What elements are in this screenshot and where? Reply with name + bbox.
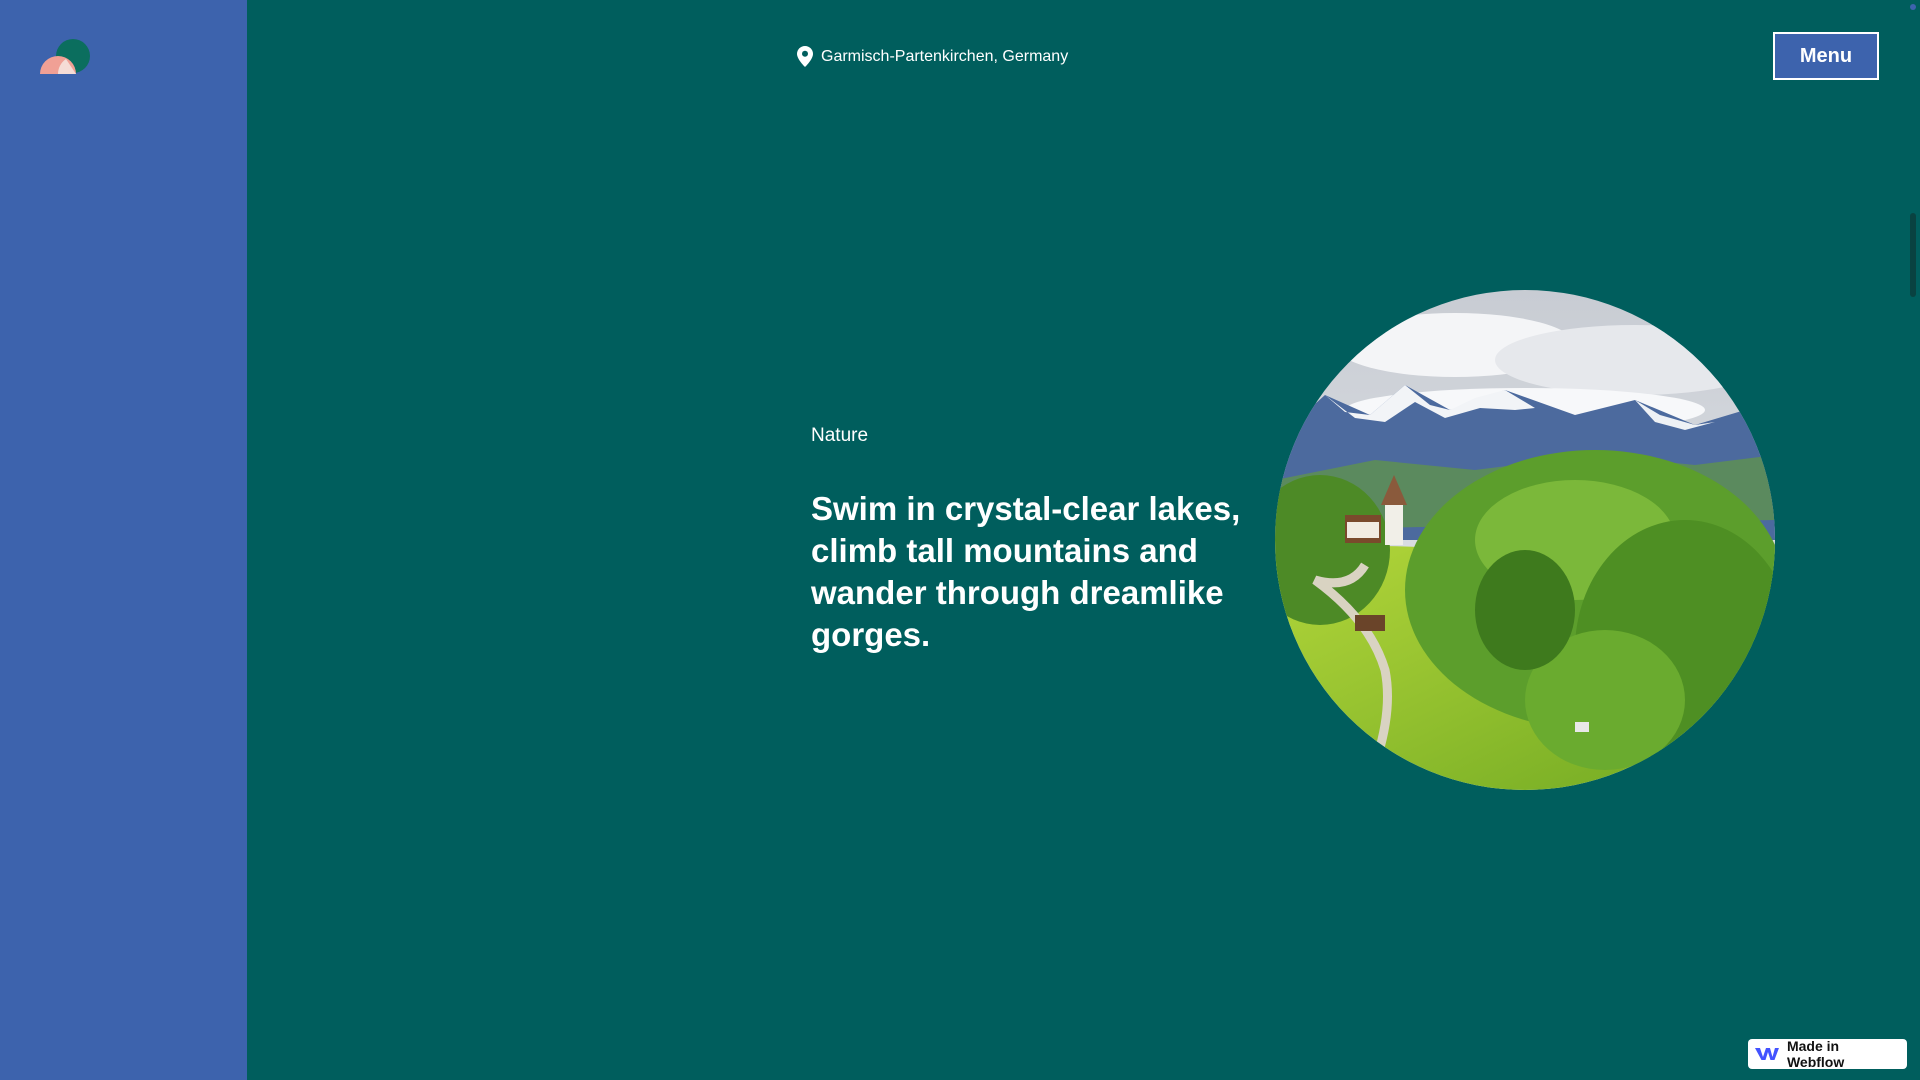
scrollbar-thumb[interactable] [1910,213,1916,297]
logo[interactable] [38,38,94,78]
made-in-webflow-badge[interactable]: Made in Webflow [1748,1038,1907,1070]
location-label: Garmisch-Partenkirchen, Germany [797,46,1068,67]
map-pin-icon [797,46,813,67]
corner-dot [1910,4,1916,10]
badge-label: Made in Webflow [1786,1038,1845,1070]
logo-icon [40,39,90,74]
menu-button[interactable]: Menu [1773,32,1879,80]
category-label: Nature [811,425,869,446]
hero-headline: Swim in crystal-clear lakes, climb tall … [811,490,1241,653]
sidebar [0,0,247,1080]
location-text: Garmisch-Partenkirchen, Germany [821,47,1069,65]
landscape-photo [1275,290,1775,790]
page: Garmisch-Partenkirchen, Germany Menu Nat… [0,0,1920,1080]
webflow-logo-icon [1755,1048,1779,1060]
